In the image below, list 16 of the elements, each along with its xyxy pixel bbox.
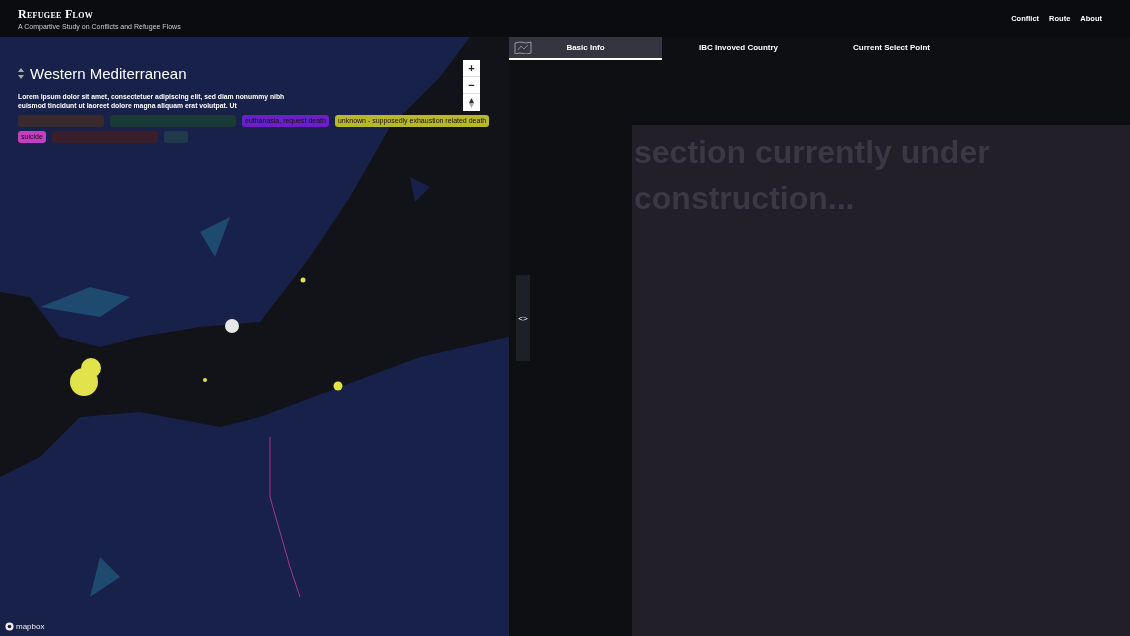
zoom-in-button[interactable]: + [463, 60, 480, 77]
legend-tag[interactable] [110, 115, 236, 127]
panel-tab[interactable]: IBC Invoved Country [662, 37, 815, 60]
panel-tab[interactable]: Basic Info [509, 37, 662, 60]
region-title: Western Mediterranean [30, 65, 187, 82]
compass-icon [469, 97, 474, 108]
mapbox-logo-icon [5, 622, 14, 631]
legend-tag[interactable] [163, 131, 188, 143]
legend-tag[interactable] [18, 115, 104, 127]
panel-tab[interactable]: Current Select Point [815, 37, 968, 60]
sort-icon[interactable] [18, 68, 24, 79]
legend-tag[interactable] [51, 131, 158, 143]
map-attribution: mapbox [16, 622, 45, 631]
panel-toggle[interactable]: <> [516, 275, 530, 361]
app-title: Refugee Flow [18, 7, 95, 22]
map-icon [514, 41, 532, 54]
